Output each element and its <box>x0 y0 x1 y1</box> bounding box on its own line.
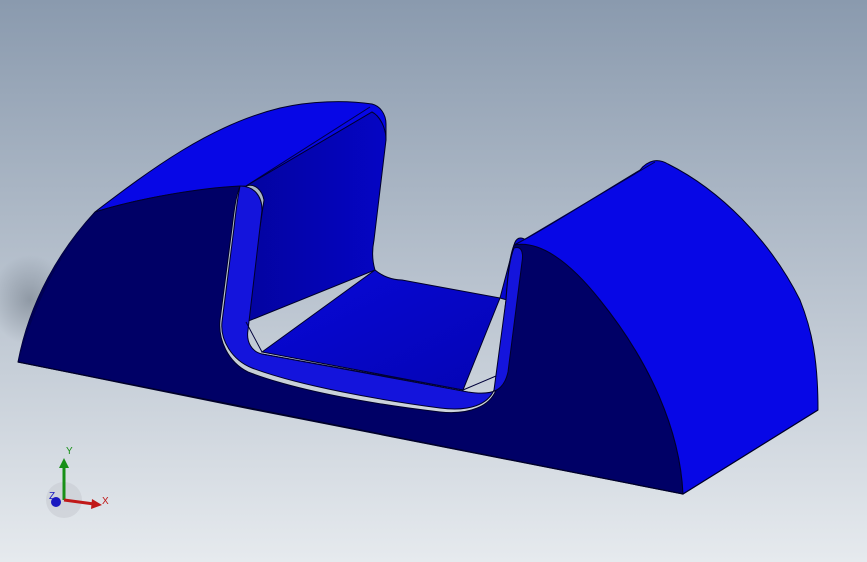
z-axis-label: Z <box>49 491 55 502</box>
model-view[interactable] <box>0 0 867 562</box>
axis-triad: Y X Z <box>46 446 109 518</box>
graphics-viewport[interactable]: Y X Z <box>0 0 867 562</box>
y-axis-arrow-icon <box>59 458 69 468</box>
x-axis-label: X <box>102 496 109 507</box>
x-axis-arrow-icon <box>91 499 102 509</box>
y-axis-label: Y <box>66 446 73 457</box>
